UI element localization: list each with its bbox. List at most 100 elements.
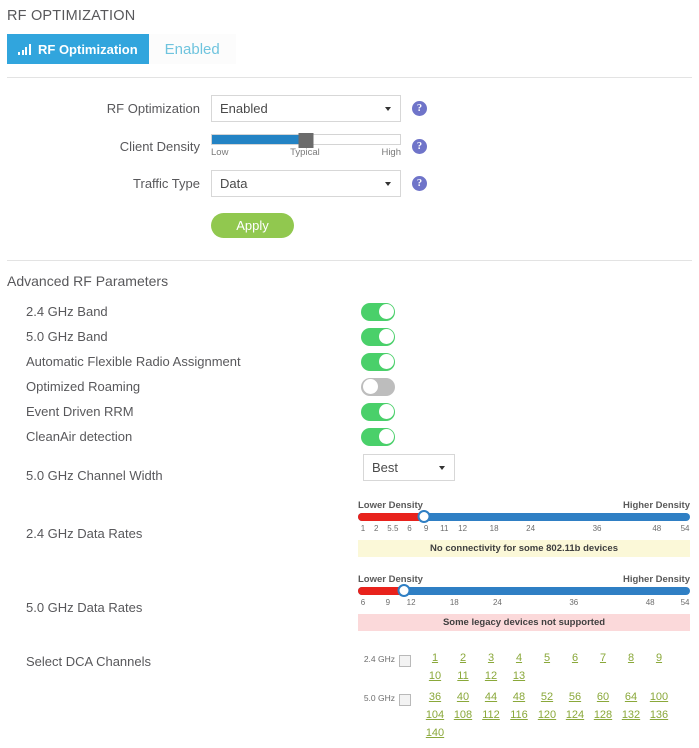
dca-channel-link[interactable]: 8 — [617, 652, 645, 664]
tab-rf-optimization[interactable]: RF Optimization — [7, 34, 149, 64]
rates-24-panel: Lower Density Higher Density 1 2 5.5 6 9 11 12… — [358, 500, 690, 557]
dca-channel-link[interactable]: 132 — [617, 709, 645, 721]
toggle-cell — [361, 302, 395, 321]
dca-channel-link[interactable]: 100 — [645, 691, 673, 703]
toggle-row: Optimized Roaming — [0, 374, 699, 399]
dca-channel-link[interactable]: 140 — [421, 727, 449, 739]
density-low-label: Low — [211, 147, 229, 158]
dca-channel-link[interactable]: 10 — [421, 670, 449, 682]
toggle-cell — [361, 327, 395, 346]
dca-channel-link[interactable]: 4 — [505, 652, 533, 664]
dca-channel-link[interactable]: 120 — [533, 709, 561, 721]
rates-24-red-segment — [358, 513, 425, 521]
rate-tick-label: 18 — [489, 524, 499, 533]
dca-channel-link[interactable]: 40 — [449, 691, 477, 703]
rates-24-lower-label: Lower Density — [358, 500, 423, 511]
rates-24-label: 2.4 GHz Data Rates — [26, 526, 143, 541]
density-typical-label: Typical — [290, 147, 320, 158]
client-density-label: Client Density — [119, 138, 200, 154]
dca-channel-link[interactable]: 48 — [505, 691, 533, 703]
rate-tick-label: 48 — [645, 598, 655, 607]
rf-optimization-value: Enabled — [220, 101, 268, 116]
dca-channel-link[interactable]: 12 — [477, 670, 505, 682]
field-channel-width: 5.0 GHz Channel Width Best — [0, 454, 699, 492]
dca-channel-link[interactable]: 64 — [617, 691, 645, 703]
rates-24-thumb[interactable] — [417, 510, 431, 523]
toggle-label: CleanAir detection — [26, 429, 133, 444]
dca-channels-50: 36 40 44 48 52 56 60 64 100 104 108 112 116 120 124 128… — [421, 691, 695, 745]
dca-channel-link[interactable]: 108 — [449, 709, 477, 721]
toggle-switch[interactable] — [361, 327, 395, 346]
dca-channel-link[interactable]: 112 — [477, 709, 505, 721]
dca-channel-link[interactable]: 13 — [505, 670, 533, 682]
help-icon-traffic-type[interactable]: ? — [412, 176, 427, 191]
dca-row-50: 5.0 GHz 36 40 44 48 52 56 60 64 100 104 108 112 116 1… — [355, 691, 695, 745]
rates-50-endpoints: Lower Density Higher Density — [358, 574, 690, 585]
signal-bars-icon — [18, 43, 32, 55]
toggle-row: 2.4 GHz Band — [0, 299, 699, 324]
toggle-switch[interactable] — [361, 402, 395, 421]
toggle-row: Event Driven RRM — [0, 399, 699, 424]
dca-channel-link[interactable]: 5 — [533, 652, 561, 664]
toggle-label: Automatic Flexible Radio Assignment — [26, 354, 241, 369]
field-dca-channels: Select DCA Channels 2.4 GHz 1 2 3 4 5 6 7 8 9 10 1… — [0, 652, 699, 739]
toggle-label: Optimized Roaming — [26, 379, 141, 394]
toggle-label: Event Driven RRM — [26, 404, 134, 419]
dca-band-24-label: 2.4 GHz — [363, 654, 395, 664]
toggle-switch[interactable] — [361, 427, 395, 446]
dca-channel-link[interactable]: 36 — [421, 691, 449, 703]
tab-status-value[interactable]: Enabled — [148, 34, 236, 64]
toggle-knob — [378, 329, 394, 344]
field-rf-optimization: RF Optimization Enabled ? — [0, 95, 699, 122]
tab-rf-optimization-label: RF Optimization — [38, 41, 138, 57]
channel-width-select[interactable]: Best — [363, 454, 455, 481]
rates-50-track[interactable] — [358, 584, 690, 597]
toggle-knob — [378, 429, 394, 444]
dca-band-24-checkbox[interactable] — [399, 655, 411, 667]
traffic-type-value: Data — [220, 176, 248, 191]
dca-channel-link[interactable]: 9 — [645, 652, 673, 664]
rates-50-lower-label: Lower Density — [358, 574, 423, 585]
rf-optimization-select[interactable]: Enabled — [211, 95, 401, 122]
client-density-fill — [212, 135, 306, 144]
dca-channel-link[interactable]: 128 — [589, 709, 617, 721]
dca-channel-link[interactable]: 7 — [589, 652, 617, 664]
toggle-row: Automatic Flexible Radio Assignment — [0, 349, 699, 374]
toggle-switch[interactable] — [361, 302, 395, 321]
chevron-down-icon — [385, 181, 391, 186]
toggle-switch[interactable] — [361, 352, 395, 371]
help-icon-client-density[interactable]: ? — [412, 138, 427, 154]
dca-channel-link[interactable]: 52 — [533, 691, 561, 703]
dca-channel-link[interactable]: 60 — [589, 691, 617, 703]
dca-channel-link[interactable]: 1 — [421, 652, 449, 664]
rates-24-ticks: 1 2 5.5 6 9 11 12 18 24 36 48 54 — [358, 524, 690, 536]
rates-50-thumb[interactable] — [397, 584, 411, 597]
dca-band-50-checkbox[interactable] — [399, 694, 411, 706]
traffic-type-select[interactable]: Data — [211, 170, 401, 197]
client-density-slider[interactable]: Low Typical High — [211, 133, 401, 158]
dca-channel-link[interactable]: 136 — [645, 709, 673, 721]
help-icon-rf-optimization[interactable]: ? — [412, 101, 427, 116]
dca-channel-link[interactable]: 124 — [561, 709, 589, 721]
apply-button[interactable]: Apply — [211, 213, 294, 238]
client-density-track[interactable] — [211, 133, 401, 148]
dca-channel-link[interactable]: 2 — [449, 652, 477, 664]
dca-channel-link[interactable]: 56 — [561, 691, 589, 703]
toggle-switch[interactable] — [361, 377, 395, 396]
rates-24-track[interactable] — [358, 510, 690, 523]
toggle-knob — [378, 354, 394, 369]
dca-channel-link[interactable]: 11 — [449, 670, 477, 682]
advanced-parameters-title: Advanced RF Parameters — [7, 273, 169, 289]
toggle-knob — [362, 379, 378, 394]
advanced-toggle-list: 2.4 GHz Band 5.0 GHz Band Automatic Flexib… — [0, 299, 699, 449]
rate-tick-label: 36 — [569, 598, 579, 607]
dca-channel-link[interactable]: 104 — [421, 709, 449, 721]
dca-row-24: 2.4 GHz 1 2 3 4 5 6 7 8 9 10 11 12 13 — [355, 652, 695, 688]
client-density-thumb[interactable] — [298, 133, 314, 148]
traffic-type-label: Traffic Type — [133, 176, 200, 191]
dca-channel-link[interactable]: 44 — [477, 691, 505, 703]
rate-tick-label: 9 — [423, 524, 429, 533]
dca-channel-link[interactable]: 116 — [505, 709, 533, 721]
dca-channel-link[interactable]: 6 — [561, 652, 589, 664]
dca-channel-link[interactable]: 3 — [477, 652, 505, 664]
